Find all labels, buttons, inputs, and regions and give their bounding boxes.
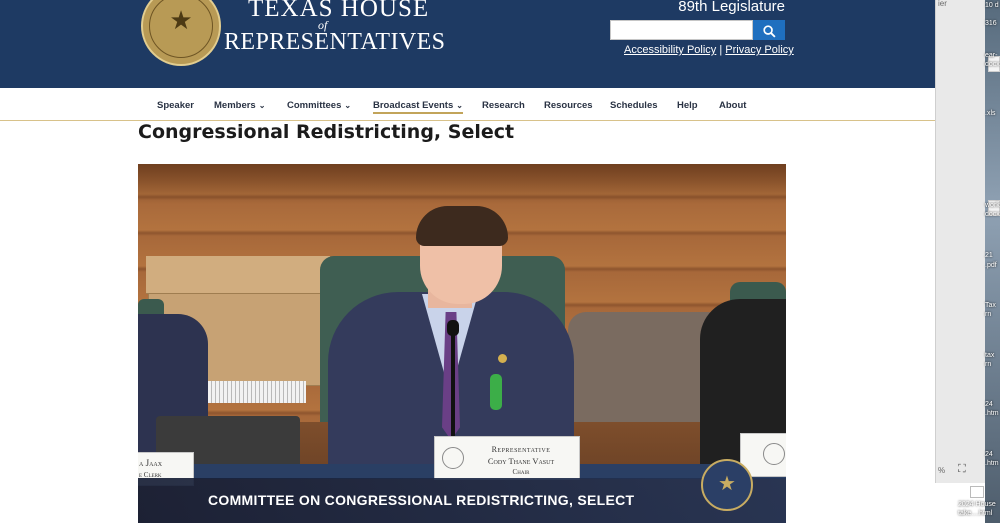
nav-label: Committees xyxy=(287,100,342,111)
placard-title: Representative xyxy=(491,445,551,454)
house-seal-watermark-icon: ★ xyxy=(701,459,753,511)
star-icon: ★ xyxy=(169,6,193,36)
desktop-file-label[interactable]: rn xyxy=(985,311,991,318)
policy-links: Accessibility Policy | Privacy Policy xyxy=(624,44,794,56)
privacy-policy-link[interactable]: Privacy Policy xyxy=(725,44,793,56)
search-input[interactable] xyxy=(610,20,753,40)
video-caption: COMMITTEE ON CONGRESSIONAL REDISTRICTING… xyxy=(208,492,635,508)
desktop-file-label[interactable]: docx xyxy=(985,61,1000,68)
placard-seal-icon xyxy=(442,447,464,469)
binder xyxy=(200,381,306,403)
chair-name-placard: Representative Cody Thane Vasut Chair xyxy=(434,436,580,480)
nav-committees[interactable]: Committees ⌄ xyxy=(287,100,351,111)
desktop-file-label[interactable]: .htm xyxy=(985,460,999,467)
speaker-hair xyxy=(416,206,508,246)
search-icon xyxy=(762,25,776,38)
desktop-file-label[interactable]: 10 d xyxy=(985,2,999,9)
nav-label: Broadcast Events xyxy=(373,100,454,111)
link-separator: | xyxy=(719,44,723,56)
desktop-file-label[interactable]: 21 xyxy=(985,252,993,259)
zoom-readout: % xyxy=(938,466,946,475)
expand-icon[interactable]: ⛶ xyxy=(958,463,966,476)
nav-speaker[interactable]: Speaker xyxy=(157,100,194,111)
browser-page: ★ TEXAS HOUSE of REPRESENTATIVES 89th Le… xyxy=(0,0,935,523)
nav-label: Schedules xyxy=(610,100,658,111)
desktop-file-label[interactable]: 24 xyxy=(985,401,993,408)
legislature-label: 89th Legislature xyxy=(678,0,785,15)
nav-label: Research xyxy=(482,100,525,111)
nav-label: Help xyxy=(677,100,698,111)
nav-label: Members xyxy=(214,100,256,111)
desktop-file-label[interactable]: 316 xyxy=(985,20,997,27)
texas-house-seal-logo[interactable]: ★ xyxy=(141,0,221,66)
side-panel: ier % ⛶ xyxy=(935,0,985,483)
box-lid xyxy=(146,256,330,294)
nav-broadcast-events[interactable]: Broadcast Events ⌄ xyxy=(373,100,463,114)
green-ribbon xyxy=(490,374,502,410)
site-title-line2[interactable]: REPRESENTATIVES xyxy=(224,29,445,56)
nav-resources[interactable]: Resources xyxy=(544,100,593,111)
page-title: Congressional Redistricting, Select xyxy=(138,121,515,143)
nav-help[interactable]: Help xyxy=(677,100,698,111)
microphone xyxy=(451,323,455,441)
star-icon: ★ xyxy=(718,471,736,495)
desktop-file-label[interactable]: tax xyxy=(985,352,994,359)
desktop-file[interactable]: 2024 House take....html xyxy=(958,486,1000,523)
placard-name: Cody Thane Vasut xyxy=(487,456,555,466)
nav-members[interactable]: Members ⌄ xyxy=(214,100,265,111)
screen: ★ TEXAS HOUSE of REPRESENTATIVES 89th Le… xyxy=(0,0,1000,523)
html-file-icon xyxy=(970,486,984,498)
site-header: ★ TEXAS HOUSE of REPRESENTATIVES 89th Le… xyxy=(0,0,935,88)
chevron-down-icon: ⌄ xyxy=(258,101,266,110)
desktop-file-label[interactable]: docx xyxy=(985,211,1000,218)
video-caption-bar: COMMITTEE ON CONGRESSIONAL REDISTRICTING… xyxy=(138,478,786,523)
nav-label: Resources xyxy=(544,100,593,111)
desktop-file-label[interactable]: .pdf xyxy=(985,262,997,269)
accessibility-policy-link[interactable]: Accessibility Policy xyxy=(624,44,716,56)
microphone-head xyxy=(447,320,459,336)
wall-shade xyxy=(138,164,786,204)
chevron-down-icon: ⌄ xyxy=(456,101,463,110)
desktop-file-label[interactable]: rn xyxy=(985,361,991,368)
placard-role: Chair xyxy=(512,468,530,476)
chevron-down-icon: ⌄ xyxy=(344,101,352,110)
site-title-line1[interactable]: TEXAS HOUSE xyxy=(248,0,429,23)
desktop-file-name: 2024 House xyxy=(958,501,996,508)
side-panel-text: ier xyxy=(938,0,947,8)
lapel-pin xyxy=(498,354,507,363)
nav-label: About xyxy=(719,100,747,111)
desktop-file-name: take....html xyxy=(958,510,993,517)
nav-about[interactable]: About xyxy=(719,100,746,111)
desktop-file-label[interactable]: Tax xyxy=(985,302,996,309)
search-button[interactable] xyxy=(753,20,785,40)
desktop-file-label[interactable]: 24 xyxy=(985,451,993,458)
desktop-file-label[interactable]: work xyxy=(985,202,1000,209)
placard-seal-icon xyxy=(763,443,785,465)
main-nav: Speaker Members ⌄ Committees ⌄ Broadcast E… xyxy=(0,90,935,121)
video-player[interactable]: Representative Cody Thane Vasut Chair a … xyxy=(138,164,786,523)
nav-label: Speaker xyxy=(157,100,194,111)
placard-name: a Jaax xyxy=(139,458,163,468)
desktop-file-label[interactable]: .xls xyxy=(985,110,996,117)
nav-schedules[interactable]: Schedules xyxy=(610,100,658,111)
desktop-file-label[interactable]: ear- xyxy=(985,52,997,59)
desktop-file-label[interactable]: .htm xyxy=(985,410,999,417)
nav-research[interactable]: Research xyxy=(482,100,525,111)
